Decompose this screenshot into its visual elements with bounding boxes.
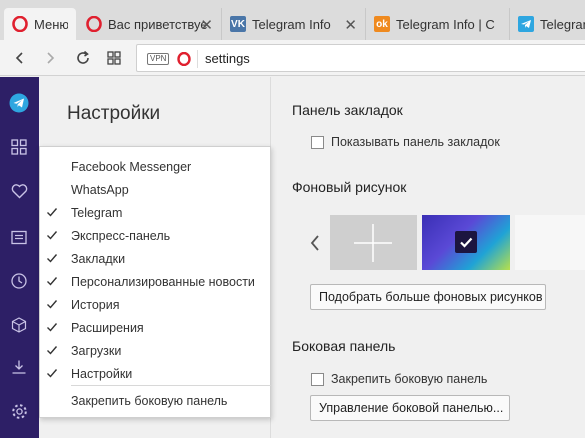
menu-item-telegram[interactable]: Telegram	[40, 203, 270, 226]
sidebar-history-button[interactable]	[7, 269, 31, 293]
close-icon[interactable]: ✕	[200, 16, 213, 34]
wallpaper-thumbnail[interactable]	[515, 215, 585, 270]
chevron-left-icon	[310, 235, 319, 251]
vk-icon: VK	[230, 16, 246, 32]
divider	[197, 50, 198, 68]
tab-telegram[interactable]: Telegram	[510, 8, 585, 40]
menu-item-pin-sidebar[interactable]: Закрепить боковую панель	[40, 391, 270, 414]
manage-sidebar-button[interactable]: Управление боковой панелью...	[310, 395, 510, 421]
menu-item-label: Закрепить боковую панель	[71, 394, 228, 408]
vpn-badge[interactable]: VPN	[147, 53, 170, 65]
checkmark-icon	[47, 277, 58, 286]
wallpaper-selected-thumbnail[interactable]	[422, 215, 510, 270]
telegram-icon	[518, 16, 534, 32]
reload-icon	[77, 50, 89, 64]
checkmark-icon	[47, 300, 58, 309]
speed-dial-button[interactable]	[102, 46, 126, 70]
tab-telegram-info-ok[interactable]: ok Telegram Info | С	[366, 8, 510, 40]
forward-button[interactable]	[38, 46, 62, 70]
tab-welcome[interactable]: Вас приветствуе ✕	[78, 8, 222, 40]
opera-icon	[12, 16, 28, 32]
sidebar-context-menu: Facebook Messenger WhatsApp Telegram Экс…	[39, 146, 271, 418]
tab-label: Telegram Info	[252, 16, 331, 32]
sidebar-speed-dial-button[interactable]	[7, 135, 31, 159]
menu-item-label: Загрузки	[71, 344, 122, 358]
menu-item-news[interactable]: Персонализированные новости	[40, 272, 270, 295]
checkmark-icon	[47, 346, 58, 355]
tab-telegram-info-vk[interactable]: VK Telegram Info ✕	[222, 8, 366, 40]
sidebar-downloads-button[interactable]	[7, 355, 31, 379]
opera-icon	[86, 16, 102, 32]
menu-item-label: Экспресс-панель	[71, 229, 171, 243]
checkmark-icon	[47, 231, 58, 240]
bookmarks-panel-heading: Панель закладок	[292, 102, 403, 118]
tab-label: Меню	[34, 16, 68, 32]
menu-item-extensions[interactable]: Расширения	[40, 318, 270, 341]
telegram-icon	[9, 93, 29, 113]
tab-strip: Меню Вас приветствуе ✕ VK Telegram Info …	[0, 0, 585, 40]
forward-arrow-icon	[47, 52, 55, 64]
tab-label: Telegram Info | С	[396, 16, 495, 32]
menu-item-label: Telegram	[71, 206, 123, 220]
menu-item-downloads[interactable]: Загрузки	[40, 341, 270, 364]
menu-item-bookmarks[interactable]: Закладки	[40, 249, 270, 272]
wallpaper-add-thumbnail[interactable]	[330, 215, 417, 270]
menu-item-label: История	[71, 298, 120, 312]
back-button[interactable]	[8, 46, 32, 70]
menu-item-facebook-messenger[interactable]: Facebook Messenger	[40, 157, 270, 180]
grid-icon	[11, 139, 27, 155]
menu-item-speed-dial[interactable]: Экспресс-панель	[40, 226, 270, 249]
close-icon[interactable]: ✕	[344, 16, 357, 34]
download-icon	[12, 360, 26, 374]
page-title: Настройки	[67, 103, 161, 124]
tab-label: Вас приветствуе	[108, 16, 208, 32]
menu-item-label: Расширения	[71, 321, 144, 335]
checkmark-icon	[47, 369, 58, 378]
menu-item-label: Персонализированные новости	[71, 275, 255, 289]
sidebar-bookmarks-button[interactable]	[7, 179, 31, 203]
heart-icon	[11, 184, 27, 199]
menu-item-settings[interactable]: Настройки	[40, 364, 270, 387]
url-text: settings	[205, 51, 250, 66]
address-bar[interactable]: VPN settings	[136, 44, 585, 72]
menu-item-label: Facebook Messenger	[71, 160, 192, 174]
gear-icon	[11, 403, 27, 419]
selected-check-icon	[455, 231, 477, 253]
opera-icon	[177, 52, 191, 66]
sidebar-news-button[interactable]	[7, 225, 31, 249]
menu-item-label: WhatsApp	[71, 183, 129, 197]
pin-sidebar-label: Закрепить боковую панель	[331, 372, 488, 386]
sidebar-telegram-button[interactable]	[7, 91, 31, 115]
menu-item-whatsapp[interactable]: WhatsApp	[40, 180, 270, 203]
wallpaper-heading: Фоновый рисунок	[292, 179, 407, 195]
settings-content: Панель закладок Показывать панель заклад…	[271, 77, 585, 438]
wallpaper-prev-button[interactable]	[308, 233, 322, 253]
sidebar-settings-button[interactable]	[7, 399, 31, 423]
back-arrow-icon	[15, 52, 23, 64]
show-bookmarks-label: Показывать панель закладок	[331, 135, 500, 149]
sidebar-panel-heading: Боковая панель	[292, 338, 396, 354]
pin-sidebar-checkbox[interactable]	[311, 373, 324, 386]
sidebar-extensions-button[interactable]	[7, 313, 31, 337]
show-bookmarks-checkbox[interactable]	[311, 136, 324, 149]
reload-button[interactable]	[71, 46, 95, 70]
address-toolbar: VPN settings	[0, 40, 585, 76]
menu-item-label: Закладки	[71, 252, 126, 266]
more-wallpapers-button[interactable]: Подобрать больше фоновых рисунков	[310, 284, 546, 310]
checkmark-icon	[47, 254, 58, 263]
tab-label: Telegram	[540, 16, 585, 32]
menu-item-history[interactable]: История	[40, 295, 270, 318]
grid-icon	[107, 51, 121, 65]
menu-divider	[71, 385, 271, 386]
clock-icon	[11, 273, 27, 289]
tab-menu[interactable]: Меню	[4, 8, 76, 40]
sidebar	[0, 77, 39, 438]
checkmark-icon	[47, 208, 58, 217]
plus-icon	[354, 224, 392, 262]
news-icon	[11, 230, 27, 244]
checkmark-icon	[47, 323, 58, 332]
cube-icon	[11, 317, 27, 333]
odnoklassniki-icon: ok	[374, 16, 390, 32]
menu-item-label: Настройки	[71, 367, 133, 381]
